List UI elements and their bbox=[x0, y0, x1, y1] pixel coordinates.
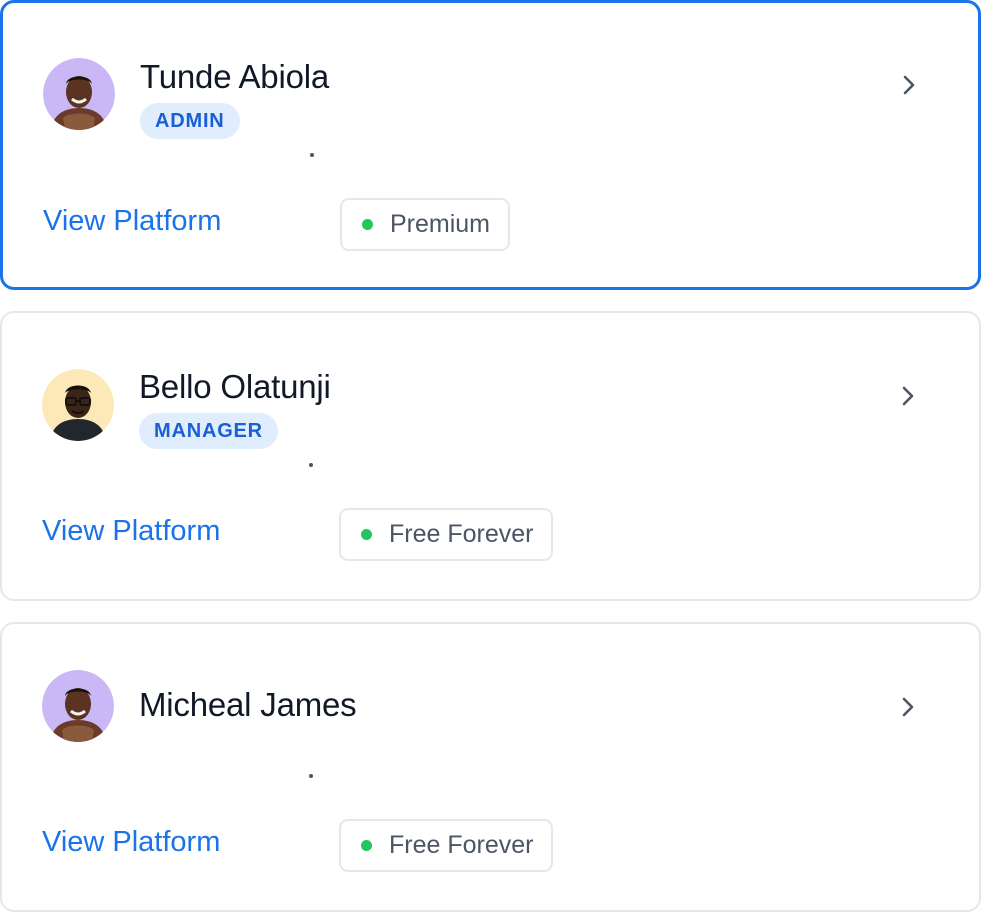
status-dot-icon bbox=[362, 219, 373, 230]
chevron-right-icon[interactable] bbox=[896, 384, 920, 408]
status-dot-icon bbox=[361, 840, 372, 851]
plan-label: Free Forever bbox=[389, 520, 534, 548]
user-name: Bello Olatunji bbox=[139, 368, 331, 405]
avatar bbox=[43, 58, 115, 130]
user-platform-list: Tunde Abiola ADMIN View Platform Premium bbox=[0, 0, 981, 912]
user-name: Micheal James bbox=[139, 686, 357, 723]
user-avatar-icon bbox=[43, 58, 115, 130]
user-avatar-icon bbox=[42, 670, 114, 742]
view-platform-link[interactable]: View Platform bbox=[43, 205, 221, 238]
plan-badge: Free Forever bbox=[339, 508, 554, 561]
avatar bbox=[42, 369, 114, 441]
separator-dot bbox=[309, 463, 313, 467]
view-platform-link[interactable]: View Platform bbox=[42, 515, 220, 548]
user-card[interactable]: Micheal James View Platform Free Forever bbox=[0, 622, 981, 912]
role-badge: ADMIN bbox=[140, 103, 240, 139]
plan-badge: Free Forever bbox=[339, 819, 554, 872]
plan-badge: Premium bbox=[340, 198, 511, 251]
separator-dot bbox=[310, 153, 314, 157]
role-badge: MANAGER bbox=[139, 413, 278, 449]
chevron-right-icon[interactable] bbox=[897, 73, 921, 97]
user-name: Tunde Abiola bbox=[140, 58, 330, 95]
avatar bbox=[42, 670, 114, 742]
user-avatar-icon bbox=[42, 369, 114, 441]
view-platform-link[interactable]: View Platform bbox=[42, 826, 220, 859]
user-card[interactable]: Bello Olatunji MANAGER View Platform Fre… bbox=[0, 311, 981, 601]
chevron-right-icon[interactable] bbox=[896, 695, 920, 719]
status-dot-icon bbox=[361, 529, 372, 540]
separator-dot bbox=[309, 774, 313, 778]
plan-label: Free Forever bbox=[389, 831, 534, 859]
plan-label: Premium bbox=[390, 210, 491, 238]
user-card[interactable]: Tunde Abiola ADMIN View Platform Premium bbox=[0, 0, 981, 290]
